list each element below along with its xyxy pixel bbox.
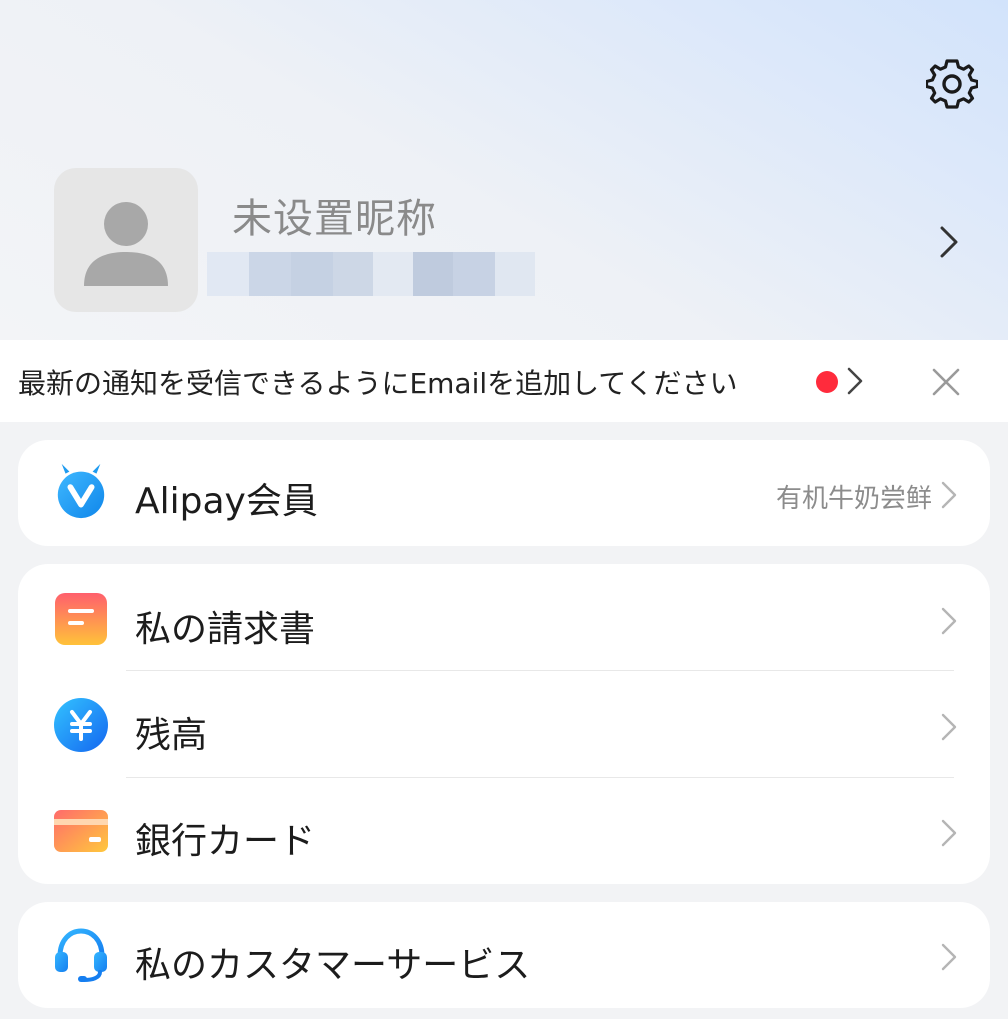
chevron-right-icon[interactable] bbox=[844, 364, 866, 398]
nickname-text[interactable]: 未设置昵称 bbox=[232, 186, 437, 244]
member-icon-wrap bbox=[52, 462, 110, 520]
bank-card-row[interactable]: 銀行カード bbox=[18, 778, 990, 884]
member-card: Alipay会員 有机牛奶尝鲜 bbox=[18, 440, 990, 546]
profile-header: 未设置昵称 bbox=[0, 0, 1008, 340]
email-notice-bar[interactable]: 最新の通知を受信できるようにEmailを追加してください bbox=[0, 340, 1008, 422]
chevron-right-icon bbox=[941, 713, 957, 741]
divider bbox=[126, 670, 954, 671]
service-card: 私のカスタマーサービス bbox=[18, 902, 990, 1008]
default-user-icon bbox=[84, 202, 168, 286]
notice-text[interactable]: 最新の通知を受信できるようにEmailを追加してください bbox=[18, 362, 737, 402]
bill-icon bbox=[55, 593, 107, 645]
balance-row[interactable]: 残高 bbox=[18, 672, 990, 778]
gear-icon bbox=[926, 59, 978, 109]
member-label: Alipay会員 bbox=[135, 481, 318, 522]
member-row[interactable]: Alipay会員 有机牛奶尝鲜 bbox=[18, 440, 990, 546]
close-icon bbox=[932, 368, 960, 396]
chevron-right-icon bbox=[941, 481, 957, 509]
bill-icon-wrap bbox=[52, 590, 110, 648]
bill-label: 私の請求書 bbox=[135, 609, 316, 650]
headset-icon-wrap bbox=[52, 926, 110, 984]
chevron-right-icon bbox=[941, 943, 957, 971]
member-promo-text: 有机牛奶尝鲜 bbox=[775, 484, 932, 514]
chevron-right-icon bbox=[941, 607, 957, 635]
bank-card-icon bbox=[54, 810, 108, 852]
avatar[interactable] bbox=[54, 168, 198, 312]
headset-icon bbox=[55, 928, 107, 982]
balance-label: 残高 bbox=[135, 715, 208, 756]
blurred-account-id bbox=[207, 252, 535, 296]
balance-icon-wrap bbox=[52, 696, 110, 754]
member-v-icon bbox=[57, 463, 105, 519]
red-dot-badge bbox=[816, 371, 838, 393]
account-screen: 未设置昵称 最新の通知を受信できるようにEmailを追加してください Alipa… bbox=[0, 0, 1008, 1019]
finance-card: 私の請求書 残高 銀行カード bbox=[18, 564, 990, 884]
yen-balance-icon bbox=[54, 698, 108, 752]
settings-button[interactable] bbox=[922, 54, 982, 114]
close-notice-button[interactable] bbox=[926, 362, 966, 402]
chevron-right-icon[interactable] bbox=[932, 222, 966, 262]
customer-service-label: 私のカスタマーサービス bbox=[135, 945, 531, 986]
bank-card-label: 銀行カード bbox=[135, 821, 316, 862]
bank-card-icon-wrap bbox=[52, 802, 110, 860]
customer-service-row[interactable]: 私のカスタマーサービス bbox=[18, 902, 990, 1008]
bill-row[interactable]: 私の請求書 bbox=[18, 566, 990, 672]
chevron-right-icon bbox=[941, 819, 957, 847]
